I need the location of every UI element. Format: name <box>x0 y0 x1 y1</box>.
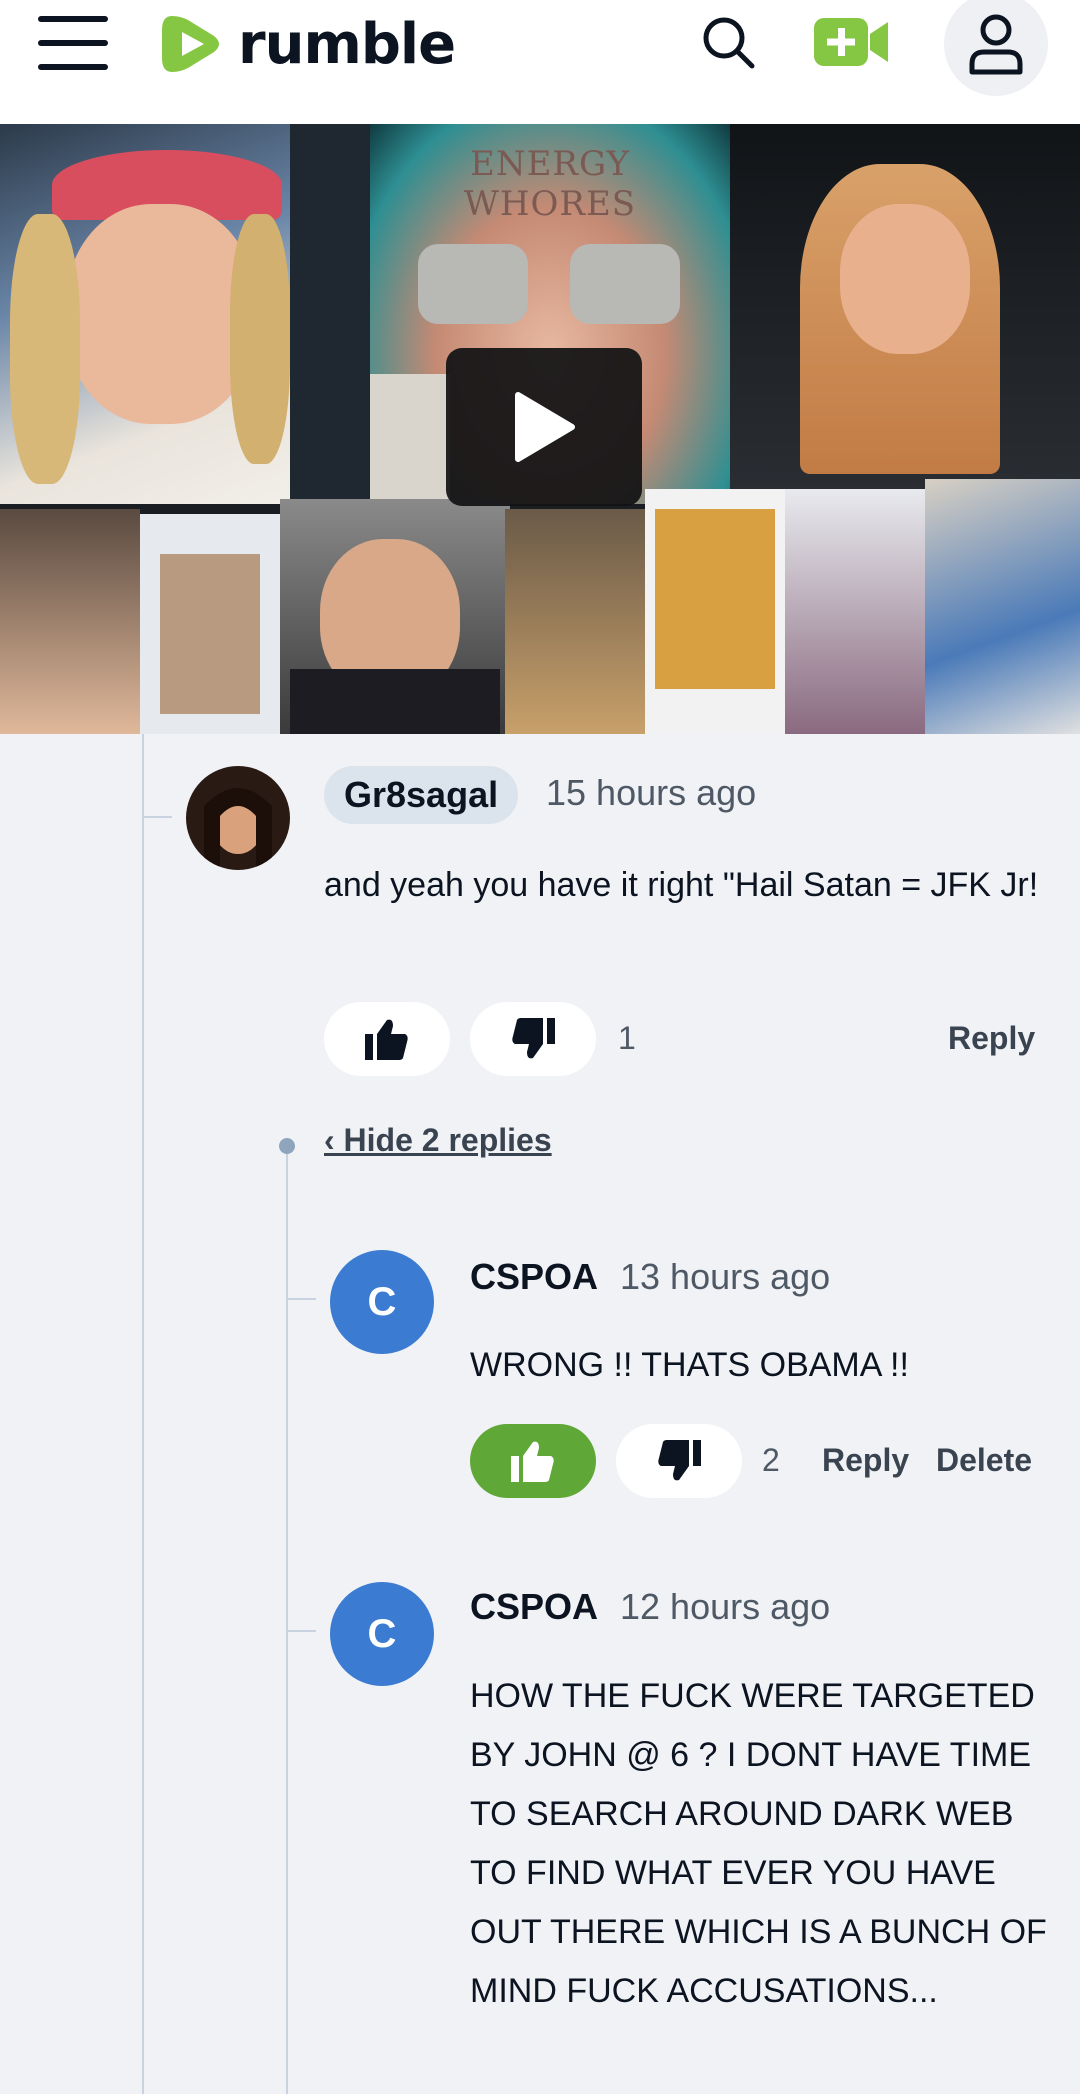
thumbnail-tile <box>645 489 785 734</box>
reply-username[interactable]: CSPOA <box>470 1256 598 1298</box>
rumble-logo[interactable]: rumble <box>158 4 456 84</box>
reply-connector <box>286 1298 316 1300</box>
thumbnail-tile <box>0 124 290 504</box>
upvote-button[interactable] <box>324 1002 450 1076</box>
replies-thread-line <box>286 1146 288 2094</box>
reply-button[interactable]: Reply <box>822 1442 909 1479</box>
thumbnail-caption: ENERGY WHORES <box>463 144 637 224</box>
thumbnail-tile <box>140 514 280 734</box>
reply-button[interactable]: Reply <box>948 1020 1035 1057</box>
reply-connector <box>286 1630 316 1632</box>
downvote-button[interactable] <box>616 1424 742 1498</box>
reply-timestamp: 13 hours ago <box>620 1256 831 1297</box>
upvote-button[interactable] <box>470 1424 596 1498</box>
vote-count: 1 <box>618 1020 636 1056</box>
thumbnail-tile <box>925 479 1080 734</box>
thumbnail-tile <box>280 499 510 734</box>
thumbnail-tile <box>505 509 645 734</box>
downvote-button[interactable] <box>470 1002 596 1076</box>
avatar[interactable]: C <box>330 1250 434 1354</box>
thread-line <box>142 734 144 2094</box>
thumbnail-tile <box>0 509 140 734</box>
comment-username[interactable]: Gr8sagal <box>324 766 519 824</box>
reply-timestamp: 12 hours ago <box>620 1586 831 1627</box>
thumbs-up-icon <box>365 1019 408 1060</box>
avatar[interactable]: C <box>330 1582 434 1686</box>
reply-username[interactable]: CSPOA <box>470 1586 598 1628</box>
search-icon[interactable] <box>700 14 756 70</box>
avatar[interactable] <box>186 766 290 870</box>
comment-text: and yeah you have it right "Hail Satan =… <box>324 866 1039 904</box>
thumbs-up-icon <box>511 1441 554 1482</box>
menu-icon[interactable] <box>38 16 108 70</box>
vote-count: 2 <box>762 1442 780 1478</box>
comment-timestamp: 15 hours ago <box>546 772 757 813</box>
play-button[interactable] <box>446 348 642 506</box>
play-icon <box>515 392 575 462</box>
reply-text: HOW THE FUCK WERE TARGETED BY JOHN @ 6 ?… <box>470 1677 1047 2010</box>
thread-connector <box>142 816 172 818</box>
account-icon <box>969 14 1023 75</box>
thumbnail-tile <box>785 489 925 734</box>
thread-dot <box>279 1138 295 1154</box>
hide-replies-link[interactable]: ‹ Hide 2 replies <box>324 1122 552 1159</box>
top-app-bar: rumble <box>0 0 1080 124</box>
video-player[interactable]: ENERGY WHORES <box>0 124 1080 734</box>
thumbs-down-icon <box>512 1018 555 1059</box>
thumbs-down-icon <box>658 1440 701 1481</box>
rumble-play-icon <box>162 16 219 72</box>
thumbnail-tile <box>290 124 380 504</box>
delete-button[interactable]: Delete <box>936 1442 1032 1479</box>
account-button[interactable] <box>944 0 1048 96</box>
logo-wordmark: rumble <box>238 11 456 77</box>
thumbnail-tile <box>370 374 450 504</box>
thumbnail-tile <box>730 124 1080 494</box>
upload-video-icon[interactable] <box>812 14 892 70</box>
reply-text: WRONG !! THATS OBAMA !! <box>470 1346 909 1384</box>
